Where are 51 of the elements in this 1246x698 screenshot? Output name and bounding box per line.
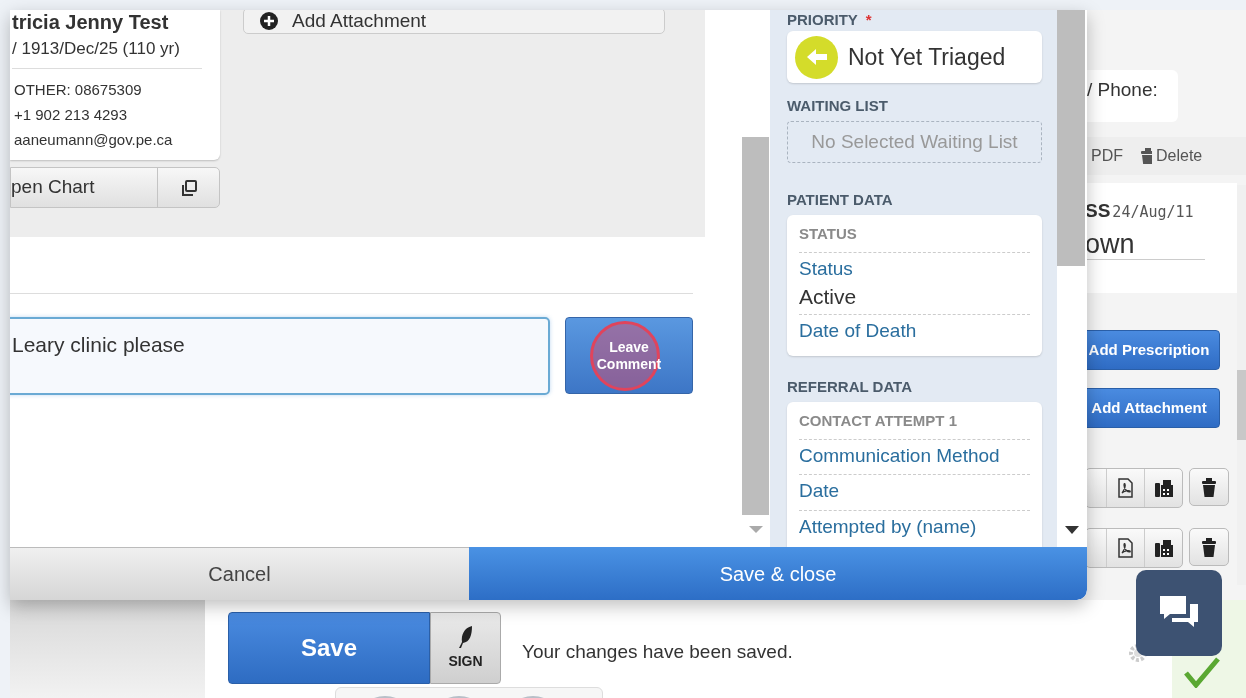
- contact-detail: aaneumann@gov.pe.ca: [13, 129, 174, 150]
- pdf-icon[interactable]: [1116, 538, 1135, 558]
- record-date: 24/Aug/11: [1112, 202, 1194, 223]
- comment-field[interactable]: Leary clinic please: [10, 317, 550, 395]
- section-heading: REFERRAL DATA: [787, 378, 913, 397]
- save-button[interactable]: Save: [228, 612, 430, 684]
- field-label[interactable]: Date of Death: [799, 315, 1030, 349]
- field-label[interactable]: Status: [799, 252, 1030, 286]
- scrollbar[interactable]: [742, 137, 769, 515]
- save-close-button[interactable]: Save & close: [469, 547, 1087, 600]
- fax-icon[interactable]: [1153, 538, 1174, 558]
- section-heading: WAITING LIST: [787, 97, 889, 115]
- plus-circle-icon: [260, 12, 278, 30]
- field-value: Active: [799, 285, 858, 311]
- field-label[interactable]: Date: [799, 475, 1030, 509]
- arrow-left-icon: [805, 48, 828, 66]
- icon-button-group[interactable]: [1085, 528, 1183, 568]
- delete-button[interactable]: Delete: [1139, 144, 1203, 168]
- delete-button[interactable]: [1189, 468, 1229, 506]
- icon-button-group[interactable]: [1085, 468, 1183, 508]
- card-subheading: STATUS: [799, 223, 1030, 253]
- section-heading: PATIENT DATA: [787, 191, 894, 209]
- field-label[interactable]: Attempted by (name): [799, 511, 1030, 545]
- pdf-icon[interactable]: [1116, 478, 1135, 498]
- card-subheading: CONTACT ATTEMPT 1: [799, 410, 1030, 440]
- trash-icon: [1200, 477, 1218, 497]
- chat-button[interactable]: [1136, 570, 1222, 656]
- check-icon: [1184, 656, 1220, 688]
- birth-date: / 1913/Dec/25 (110 yr): [12, 36, 202, 69]
- delete-button[interactable]: [1189, 528, 1229, 566]
- sign-button[interactable]: SIGN: [430, 612, 501, 684]
- patient-name: tricia Jenny Test: [12, 12, 170, 32]
- priority-selector[interactable]: Not Yet Triaged: [787, 31, 1042, 83]
- scrollbar[interactable]: [1057, 10, 1085, 266]
- scrollbar[interactable]: [1237, 185, 1246, 585]
- required-mark: *: [865, 11, 872, 28]
- fax-icon[interactable]: [1153, 478, 1174, 498]
- window-icon: [180, 179, 197, 196]
- add-attachment-button[interactable]: Add Attachment: [243, 10, 665, 34]
- pdf-button[interactable]: PDF: [1091, 144, 1123, 168]
- contact-detail: OTHER: 08675309: [13, 79, 143, 100]
- field-label[interactable]: Communication Method: [799, 439, 1030, 473]
- section-heading: PRIORITY: [787, 11, 858, 28]
- trash-icon: [1200, 537, 1218, 557]
- status-message: Your changes have been saved.: [522, 640, 793, 664]
- feather-icon: [457, 624, 474, 649]
- record-title: SS: [1085, 199, 1111, 223]
- contact-detail: +1 902 213 4293: [13, 104, 129, 125]
- cancel-button[interactable]: Cancel: [10, 547, 469, 600]
- trash-icon: [1139, 148, 1152, 164]
- scroll-down-arrow[interactable]: [1065, 526, 1079, 534]
